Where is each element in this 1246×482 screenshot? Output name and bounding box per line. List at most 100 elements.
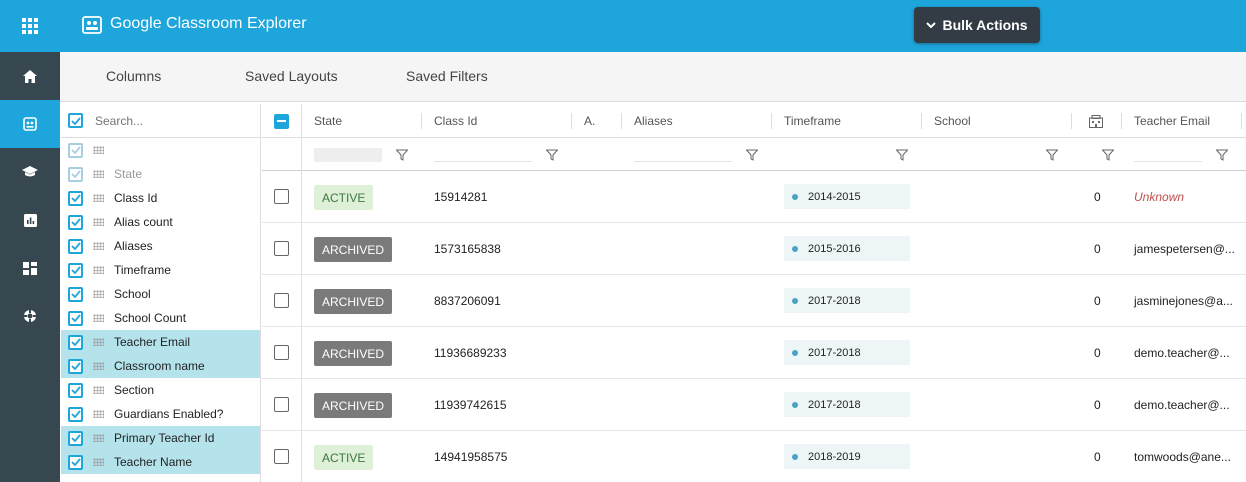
column-search-input[interactable] [95, 113, 253, 128]
filter-icon[interactable] [896, 149, 908, 161]
rail-item-classroom[interactable] [0, 100, 60, 148]
column-list-item[interactable]: Primary Teacher Id [61, 426, 260, 450]
header-timeframe[interactable]: Timeframe [784, 104, 841, 138]
row-checkbox[interactable] [274, 293, 289, 308]
table-row[interactable]: ARCHIVED 11936689233 2017-2018 0 demo.teache… [262, 327, 1246, 379]
table-row[interactable]: ACTIVE 15914281 2014-2015 0 Unknown [262, 171, 1246, 223]
rail-item-home[interactable] [0, 52, 60, 100]
column-list-item[interactable] [61, 138, 260, 162]
check-icon [70, 242, 81, 250]
column-visible-checkbox[interactable] [68, 430, 83, 446]
tab-saved-layouts[interactable]: Saved Layouts [245, 68, 338, 84]
select-all-rows-checkbox[interactable] [274, 114, 289, 129]
drag-handle-icon[interactable] [93, 386, 104, 394]
column-visible-checkbox[interactable] [68, 454, 83, 470]
state-badge: ACTIVE [314, 185, 374, 210]
drag-handle-icon[interactable] [93, 290, 104, 298]
bulk-actions-button[interactable]: Bulk Actions [914, 7, 1040, 43]
settings-icon [24, 310, 36, 322]
column-visible-checkbox[interactable] [68, 310, 83, 326]
drag-handle-icon[interactable] [93, 146, 104, 154]
header-school[interactable]: School [934, 104, 971, 138]
filter-icon[interactable] [546, 149, 558, 161]
row-checkbox[interactable] [274, 241, 289, 256]
drag-handle-icon[interactable] [93, 170, 104, 178]
drag-handle-icon[interactable] [93, 266, 104, 274]
rail-item-settings[interactable] [0, 292, 60, 340]
header-alias-count[interactable]: A. [584, 104, 595, 138]
table-row[interactable]: ACTIVE 14941958575 2018-2019 0 tomwoods@ane.… [262, 431, 1246, 482]
school-count-cell: 0 [1094, 190, 1101, 204]
apps-button[interactable] [0, 0, 60, 52]
column-visible-checkbox[interactable] [68, 166, 83, 182]
timeframe-label: 2017-2018 [808, 398, 861, 411]
drag-handle-icon[interactable] [93, 362, 104, 370]
column-visible-checkbox[interactable] [68, 406, 83, 422]
state-filter-input[interactable] [314, 148, 382, 162]
drag-handle-icon[interactable] [93, 338, 104, 346]
column-list-item[interactable]: Classroom name [61, 354, 260, 378]
class-id-filter-input[interactable] [434, 148, 532, 162]
header-class-id[interactable]: Class Id [434, 104, 477, 138]
teacher-email-filter-input[interactable] [1134, 148, 1202, 162]
drag-handle-icon[interactable] [93, 434, 104, 442]
timeframe-chip: 2014-2015 [784, 184, 910, 209]
column-separator [1241, 113, 1242, 129]
column-visible-checkbox[interactable] [68, 142, 83, 158]
timeframe-label: 2014-2015 [808, 190, 861, 203]
select-all-columns-checkbox[interactable] [68, 113, 83, 128]
table-row[interactable]: ARCHIVED 1573165838 2015-2016 0 jamespeterse… [262, 223, 1246, 275]
filter-icon[interactable] [1216, 149, 1228, 161]
header-aliases[interactable]: Aliases [634, 104, 673, 138]
column-list-item[interactable]: Alias count [61, 210, 260, 234]
rail-item-reports[interactable] [0, 196, 60, 244]
column-list-item[interactable]: Teacher Email [61, 330, 260, 354]
row-checkbox[interactable] [274, 397, 289, 412]
column-list-item[interactable]: State [61, 162, 260, 186]
filter-icon[interactable] [1046, 149, 1058, 161]
drag-handle-icon[interactable] [93, 458, 104, 466]
filter-icon[interactable] [746, 149, 758, 161]
teacher-email-cell: demo.teacher@... [1134, 398, 1230, 412]
row-checkbox[interactable] [274, 345, 289, 360]
row-checkbox[interactable] [274, 449, 289, 464]
column-list-item[interactable]: Section [61, 378, 260, 402]
table-row[interactable]: ARCHIVED 8837206091 2017-2018 0 jasminejones… [262, 275, 1246, 327]
column-list-item[interactable]: Teacher Name [61, 450, 260, 474]
teacher-email-cell: jamespetersen@... [1134, 242, 1235, 256]
column-list-item-label: State [114, 167, 143, 181]
column-list-item[interactable]: Aliases [61, 234, 260, 258]
drag-handle-icon[interactable] [93, 194, 104, 202]
filter-icon[interactable] [1102, 149, 1114, 161]
column-list-item[interactable]: School [61, 282, 260, 306]
column-visible-checkbox[interactable] [68, 262, 83, 278]
header-school-count[interactable] [1089, 104, 1103, 138]
tab-columns[interactable]: Columns [106, 68, 161, 84]
column-list-item[interactable]: Guardians Enabled? [61, 402, 260, 426]
drag-handle-icon[interactable] [93, 314, 104, 322]
drag-handle-icon[interactable] [93, 218, 104, 226]
row-checkbox[interactable] [274, 189, 289, 204]
column-visible-checkbox[interactable] [68, 382, 83, 398]
rail-item-dashboard[interactable] [0, 244, 60, 292]
tab-saved-filters[interactable]: Saved Filters [406, 68, 488, 84]
rail-item-school[interactable] [0, 148, 60, 196]
class-id-cell: 11939742615 [434, 398, 507, 412]
column-list-item[interactable]: Class Id [61, 186, 260, 210]
filter-icon[interactable] [396, 149, 408, 161]
header-state[interactable]: State [314, 104, 342, 138]
column-visible-checkbox[interactable] [68, 358, 83, 374]
column-visible-checkbox[interactable] [68, 214, 83, 230]
aliases-filter-input[interactable] [634, 148, 732, 162]
timeframe-dot-icon [792, 297, 798, 304]
column-visible-checkbox[interactable] [68, 334, 83, 350]
table-row[interactable]: ARCHIVED 11939742615 2017-2018 0 demo.teache… [262, 379, 1246, 431]
column-visible-checkbox[interactable] [68, 286, 83, 302]
drag-handle-icon[interactable] [93, 410, 104, 418]
column-list-item[interactable]: School Count [61, 306, 260, 330]
column-visible-checkbox[interactable] [68, 238, 83, 254]
column-visible-checkbox[interactable] [68, 190, 83, 206]
column-list-item[interactable]: Timeframe [61, 258, 260, 282]
drag-handle-icon[interactable] [93, 242, 104, 250]
header-teacher-email[interactable]: Teacher Email [1134, 104, 1210, 138]
